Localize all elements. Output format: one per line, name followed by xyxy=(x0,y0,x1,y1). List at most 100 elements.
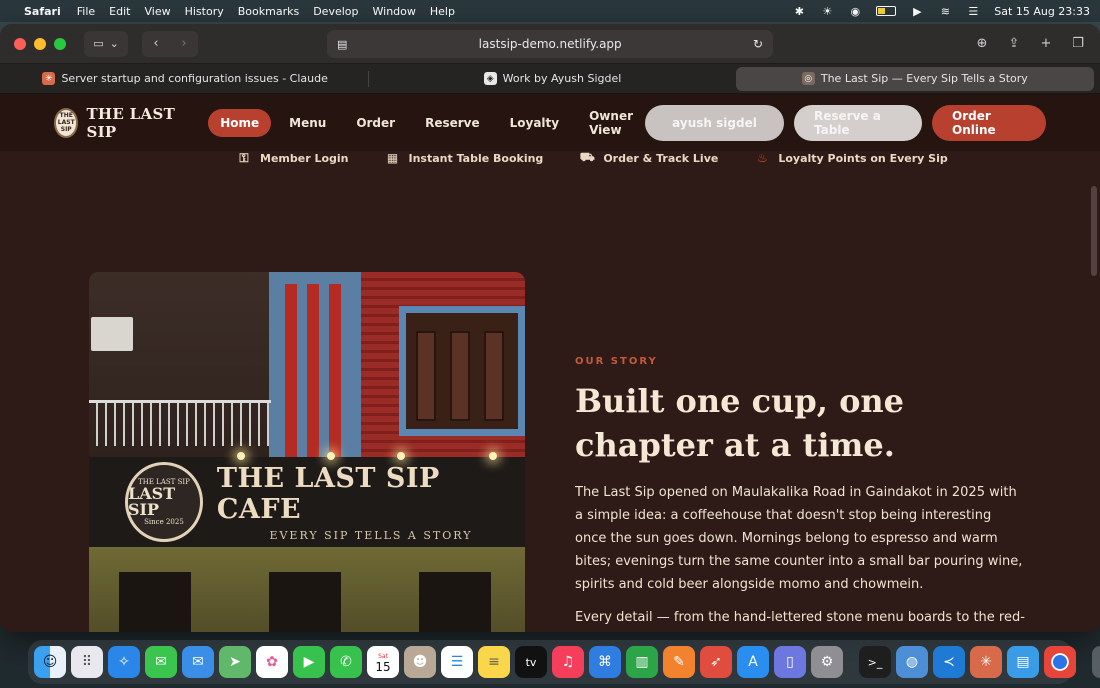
zoom-window-button[interactable] xyxy=(54,37,66,50)
nav-loyalty[interactable]: Loyalty xyxy=(498,109,571,137)
keynote-icon[interactable]: ⌘ xyxy=(589,646,621,678)
claude-icon[interactable]: ✳ xyxy=(970,646,1002,678)
brightness-icon[interactable]: ☀ xyxy=(820,5,834,18)
site-logo[interactable]: THE LAST SIP xyxy=(54,107,79,138)
feature-loyalty-points: ♨ Loyalty Points on Every Sip xyxy=(754,151,948,165)
balcony-railing xyxy=(89,400,271,446)
menu-window[interactable]: Window xyxy=(373,5,416,18)
tab-overview-icon[interactable]: ❐ xyxy=(1066,32,1090,56)
nav-owner-view[interactable]: Owner View xyxy=(577,102,645,144)
sidebar-icon: ▭ xyxy=(93,37,104,50)
wifi-icon[interactable]: ≋ xyxy=(938,5,952,18)
vscode-icon[interactable]: ≺ xyxy=(933,646,965,678)
phone-icon[interactable]: ✆ xyxy=(330,646,362,678)
feature-label: Loyalty Points on Every Sip xyxy=(778,151,948,165)
pages-icon[interactable]: ✎ xyxy=(663,646,695,678)
tab-work[interactable]: ◈ Work by Ayush Sigdel xyxy=(373,67,731,91)
site-brand[interactable]: THE LAST SIP xyxy=(86,105,184,141)
clock[interactable]: Sat 15 Aug 23:33 xyxy=(994,5,1090,18)
rocket-icon[interactable]: ➶ xyxy=(700,646,732,678)
maps-icon[interactable]: ➤ xyxy=(219,646,251,678)
storefront-door xyxy=(269,572,341,632)
disk-utility-icon[interactable]: ◍ xyxy=(896,646,928,678)
order-online-button[interactable]: Order Online xyxy=(932,104,1046,141)
trash-icon[interactable]: 🗑 xyxy=(1092,646,1100,678)
battery-icon[interactable] xyxy=(876,6,897,16)
address-bar[interactable]: ▤ lastsip-demo.netlify.app ↻ xyxy=(327,30,773,58)
reserve-table-button[interactable]: Reserve a Table xyxy=(794,104,922,141)
tab-last-sip[interactable]: ◎ The Last Sip — Every Sip Tells a Story xyxy=(735,66,1094,91)
menu-edit[interactable]: Edit xyxy=(109,5,130,18)
tab-title: Server startup and configuration issues … xyxy=(61,72,328,85)
facetime-icon[interactable]: ▶ xyxy=(293,646,325,678)
sign-title: THE LAST SIP CAFE xyxy=(216,462,440,525)
new-tab-icon[interactable]: + xyxy=(1034,32,1058,56)
sign-subtitle: EVERY SIP TELLS A STORY xyxy=(269,528,473,542)
tab-title: The Last Sip — Every Sip Tells a Story xyxy=(820,72,1028,85)
reminders-icon[interactable]: ☰ xyxy=(441,646,473,678)
url-text[interactable]: lastsip-demo.netlify.app xyxy=(347,37,753,51)
status-area: ✱ ☀ ◉ ▶ ≋ ☰ Sat 15 Aug 23:33 xyxy=(792,5,1090,18)
menu-history[interactable]: History xyxy=(185,5,224,18)
numbers-icon[interactable]: ▥ xyxy=(626,646,658,678)
downloads-icon[interactable]: ⊕ xyxy=(970,32,994,56)
story-body-continued: Every detail — from the hand-lettered st… xyxy=(575,610,1025,625)
chrome-icon[interactable] xyxy=(1044,646,1076,678)
files-icon[interactable]: ▤ xyxy=(1007,646,1039,678)
app-store-icon[interactable]: A xyxy=(737,646,769,678)
control-center-icon[interactable]: ☰ xyxy=(966,5,980,18)
nav-menu[interactable]: Menu xyxy=(277,109,338,137)
notes-icon[interactable]: ≡ xyxy=(478,646,510,678)
close-window-button[interactable] xyxy=(14,37,26,50)
reader-icon[interactable]: ▤ xyxy=(337,38,347,51)
reload-icon[interactable]: ↻ xyxy=(753,37,763,51)
music-icon[interactable]: ♫ xyxy=(552,646,584,678)
calendar-icon[interactable]: Sat 15 xyxy=(367,646,399,678)
share-icon[interactable]: ⇪ xyxy=(1002,32,1026,56)
storefront-door xyxy=(119,572,191,632)
messages-icon[interactable]: ✉ xyxy=(145,646,177,678)
menu-bookmarks[interactable]: Bookmarks xyxy=(238,5,299,18)
nav-reserve[interactable]: Reserve xyxy=(413,109,492,137)
user-account-button[interactable]: ayush sigdel xyxy=(645,104,784,141)
page-scrollbar[interactable] xyxy=(1091,186,1097,276)
forward-button[interactable]: › xyxy=(170,31,198,57)
nav-home[interactable]: Home xyxy=(208,108,272,137)
terminal-icon[interactable]: >_ xyxy=(859,646,891,678)
menu-view[interactable]: View xyxy=(144,5,170,18)
iphone-mirroring-icon[interactable]: ▯ xyxy=(774,646,806,678)
extension-icon[interactable]: ✱ xyxy=(792,5,806,18)
red-bar xyxy=(307,284,319,459)
window-pane xyxy=(484,331,504,421)
safari-icon[interactable]: ✧ xyxy=(108,646,140,678)
user-icon[interactable]: ◉ xyxy=(848,5,862,18)
menu-help[interactable]: Help xyxy=(430,5,455,18)
menu-file[interactable]: File xyxy=(77,5,95,18)
photos-icon[interactable]: ✿ xyxy=(256,646,288,678)
window-pane xyxy=(416,331,436,421)
system-settings-icon[interactable]: ⚙ xyxy=(811,646,843,678)
safari-window: ▭ ⌄ ‹ › ▤ lastsip-demo.netlify.app ↻ ⊕ ⇪… xyxy=(0,24,1100,632)
finder-icon[interactable]: ☺ xyxy=(34,646,66,678)
feature-member-login: ⚿ Member Login xyxy=(236,151,349,166)
feature-label: Member Login xyxy=(260,151,349,165)
sign-badge-bottom: Since 2025 xyxy=(144,518,184,526)
launchpad-icon[interactable]: ⠿ xyxy=(71,646,103,678)
tab-claude[interactable]: ✳ Server startup and configuration issue… xyxy=(6,67,364,91)
sidebar-toggle-button[interactable]: ▭ ⌄ xyxy=(84,30,128,57)
cafe-storefront-image: THE LAST SIP LAST SIP Since 2025 THE LAS… xyxy=(89,272,525,632)
feature-table-booking: ▦ Instant Table Booking xyxy=(385,151,543,165)
menu-app-name[interactable]: Safari xyxy=(24,5,61,18)
play-icon[interactable]: ▶ xyxy=(910,5,924,18)
nav-order[interactable]: Order xyxy=(344,109,407,137)
menu-develop[interactable]: Develop xyxy=(313,5,358,18)
tv-icon[interactable]: tv xyxy=(515,646,547,678)
web-content: THE LAST SIP THE LAST SIP Home Menu Orde… xyxy=(0,94,1100,632)
calendar-day: 15 xyxy=(375,660,391,674)
back-button[interactable]: ‹ xyxy=(142,31,170,57)
minimize-window-button[interactable] xyxy=(34,37,46,50)
contacts-icon[interactable]: ☻ xyxy=(404,646,436,678)
dock: ☺ ⠿ ✧ ✉ ✉ ➤ ✿ ▶ ✆ Sat 15 ☻ ☰ ≡ tv ♫ ⌘ ▥ … xyxy=(28,640,1100,684)
mail-icon[interactable]: ✉ xyxy=(182,646,214,678)
storefront-door xyxy=(419,572,491,632)
